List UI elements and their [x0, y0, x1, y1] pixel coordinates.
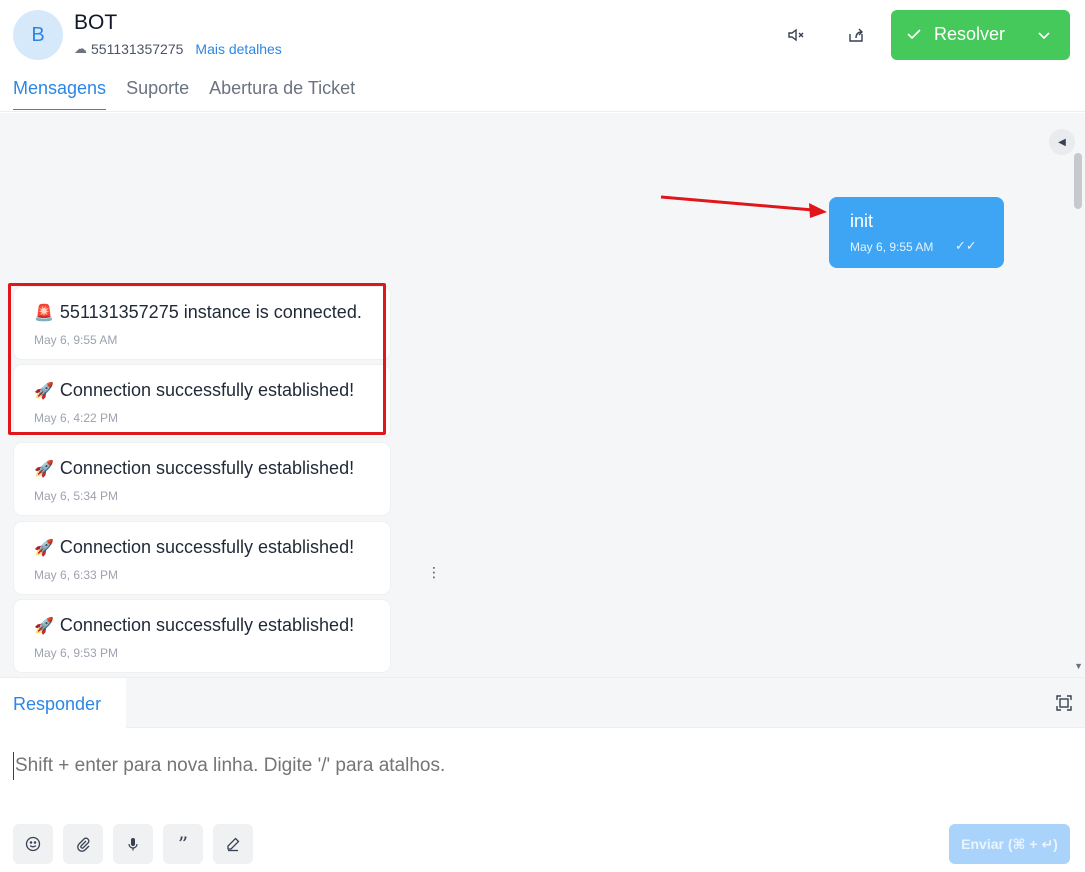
message-text: Connection successfully established! [59, 458, 355, 478]
messages-pane: ◀ ▼ init May 6, 9:55 AM ✓✓ 🚨 551131357275… [0, 113, 1085, 677]
incoming-message[interactable]: 🚨 551131357275 instance is connected. May… [14, 287, 390, 359]
quote-icon: ” [177, 832, 189, 856]
quote-button[interactable]: ” [163, 824, 203, 864]
microphone-icon [128, 838, 138, 851]
tab-suporte[interactable]: Suporte [126, 78, 189, 110]
annotation-arrow [660, 195, 827, 218]
caret-left-icon: ◀ [1058, 136, 1066, 148]
incoming-message[interactable]: 🚀 Connection successfully established! Ma… [14, 522, 390, 594]
paperclip-icon [77, 837, 90, 852]
share-icon [849, 28, 863, 42]
avatar[interactable]: B [13, 10, 63, 60]
mute-button[interactable] [783, 22, 809, 48]
messages-scrollbar[interactable]: ▼ [1071, 113, 1085, 677]
conversation-tabs: Mensagens Suporte Abertura de Ticket [13, 78, 355, 110]
attach-button[interactable] [63, 824, 103, 864]
message-input[interactable] [13, 752, 1063, 780]
smiley-icon [25, 836, 41, 852]
tab-responder[interactable]: Responder [0, 678, 126, 729]
contact-name: BOT [74, 11, 118, 34]
message-time: May 6, 9:55 AM [34, 333, 118, 347]
reply-panel: Responder ” Enviar (⌘ + ↵) [0, 677, 1085, 872]
tab-abertura-de-ticket[interactable]: Abertura de Ticket [209, 78, 355, 110]
contact-phone: 551131357275 [91, 41, 184, 57]
check-icon [907, 29, 921, 40]
message-text: 551131357275 instance is connected. [59, 302, 362, 322]
message-text: init [850, 211, 874, 231]
outgoing-message[interactable]: init May 6, 9:55 AM ✓✓ [829, 197, 1004, 268]
voice-button[interactable] [113, 824, 153, 864]
message-time: May 6, 5:34 PM [34, 489, 119, 503]
resolve-button[interactable]: Resolver [891, 10, 1070, 60]
message-text: Connection successfully established! [59, 615, 355, 635]
message-options-icon[interactable]: ⋮ [427, 565, 441, 579]
siren-icon: 🚨 [34, 304, 54, 322]
resolve-label: Resolver [934, 24, 1006, 44]
incoming-message[interactable]: 🚀 Connection successfully established! Ma… [14, 365, 390, 437]
message-time: May 6, 9:55 AM [850, 240, 934, 254]
scroll-down-icon[interactable]: ▼ [1074, 661, 1083, 671]
message-text: Connection successfully established! [59, 380, 355, 400]
message-time: May 6, 6:33 PM [34, 568, 119, 582]
message-time: May 6, 9:53 PM [34, 646, 119, 660]
signature-button[interactable] [213, 824, 253, 864]
rocket-icon: 🚀 [34, 539, 54, 557]
message-time: May 6, 4:22 PM [34, 411, 119, 425]
reply-tabs: Responder [0, 678, 1085, 729]
scrollbar-thumb[interactable] [1074, 153, 1082, 209]
rocket-icon: 🚀 [34, 382, 54, 400]
rocket-icon: 🚀 [34, 460, 54, 478]
emoji-button[interactable] [13, 824, 53, 864]
avatar-initial: B [31, 23, 45, 46]
send-button[interactable]: Enviar (⌘ + ↵) [949, 824, 1070, 864]
rocket-icon: 🚀 [34, 617, 54, 635]
chevron-down-icon[interactable] [1035, 26, 1053, 44]
share-button[interactable] [843, 22, 869, 48]
more-details-link[interactable]: Mais detalhes [195, 41, 281, 57]
tab-mensagens[interactable]: Mensagens [13, 78, 107, 110]
cloud-icon: ☁ [74, 41, 87, 56]
incoming-message[interactable]: 🚀 Connection successfully established! Ma… [14, 443, 390, 515]
conversation-header: B BOT ☁ 551131357275 Mais detalhes Resol… [0, 0, 1085, 112]
incoming-message[interactable]: 🚀 Connection successfully established! Ma… [14, 600, 390, 672]
message-text: Connection successfully established! [59, 537, 355, 557]
expand-button[interactable] [1055, 694, 1073, 717]
double-check-icon: ✓✓ [955, 238, 977, 253]
mute-icon [788, 28, 804, 42]
contact-subline: ☁ 551131357275 Mais detalhes [74, 41, 282, 57]
expand-icon [1056, 695, 1072, 711]
pen-icon [227, 837, 240, 852]
